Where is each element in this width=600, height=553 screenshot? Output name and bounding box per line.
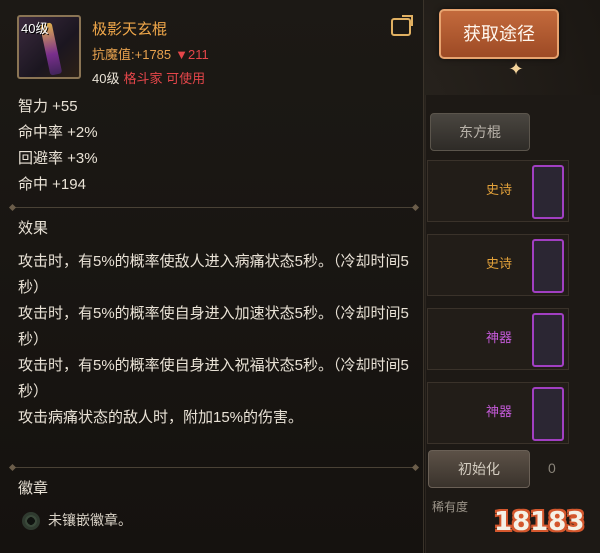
emblem-title: 徽章	[18, 480, 49, 497]
rarity-label: 史诗	[486, 182, 513, 197]
list-item[interactable]: 神器	[427, 382, 569, 444]
magic-resist-diff: ▼211	[175, 47, 209, 62]
effect-line: 攻击时，有5%的概率使敌人进入病痛状态5秒。（冷却时间5秒）	[18, 253, 409, 296]
list-item[interactable]: 神器	[427, 308, 569, 370]
rarity-label: 神器	[486, 404, 513, 419]
item-thumbnail	[532, 313, 564, 367]
item-icon: 40级	[17, 15, 81, 79]
effects-title: 效果	[18, 220, 49, 237]
magic-resist-value: +1785	[134, 47, 172, 62]
magic-resist-label: 抗魔值:	[92, 47, 135, 62]
rarity-sort-label[interactable]: 稀有度	[432, 498, 468, 515]
sparkle-icon: ✦	[508, 59, 524, 79]
initialize-button[interactable]: 初始化	[428, 450, 530, 488]
item-tooltip: 40级 极影天玄棍 抗魔值:+1785 ▼211 40级 格斗家 可使用 智力 +5…	[0, 0, 424, 553]
list-item[interactable]: 史诗	[427, 160, 569, 222]
emblem-slot-icon	[22, 512, 40, 531]
share-icon[interactable]	[391, 18, 411, 36]
requirement-line: 40级 格斗家 可使用	[92, 68, 205, 87]
required-level: 40级	[92, 71, 120, 86]
effect-line: 攻击时，有5%的概率使自身进入祝福状态5秒。（冷却时间5秒）	[18, 357, 409, 400]
attribute-line: 回避率 +3%	[18, 150, 98, 167]
emblem-slot: 未镶嵌徽章。	[22, 510, 132, 531]
attribute-line: 命中率 +2%	[18, 124, 98, 141]
emblem-status: 未镶嵌徽章。	[48, 512, 132, 528]
acquire-route-button[interactable]: 获取途径	[439, 9, 559, 59]
item-thumbnail	[532, 239, 564, 293]
weapon-type-tab[interactable]: 东方棍	[430, 113, 530, 151]
item-level-badge: 40级	[21, 21, 49, 36]
rarity-label: 神器	[486, 330, 513, 345]
attribute-line: 智力 +55	[18, 98, 78, 115]
effect-line: 攻击病痛状态的敌人时，附加15%的伤害。	[18, 409, 304, 426]
magic-resist-line: 抗魔值:+1785 ▼211	[92, 44, 209, 63]
item-thumbnail	[532, 165, 564, 219]
effect-line: 攻击时，有5%的概率使自身进入加速状态5秒。（冷却时间5秒）	[18, 305, 409, 348]
rarity-label: 史诗	[486, 256, 513, 271]
watermark-logo: 18183	[494, 507, 585, 537]
list-item[interactable]: 史诗	[427, 234, 569, 296]
item-thumbnail	[532, 387, 564, 441]
attribute-line: 命中 +194	[18, 176, 86, 193]
required-class: 格斗家 可使用	[123, 71, 206, 86]
item-name: 极影天玄棍	[92, 21, 168, 38]
divider	[12, 467, 416, 468]
divider	[12, 207, 416, 208]
count-label: 0	[548, 460, 556, 476]
